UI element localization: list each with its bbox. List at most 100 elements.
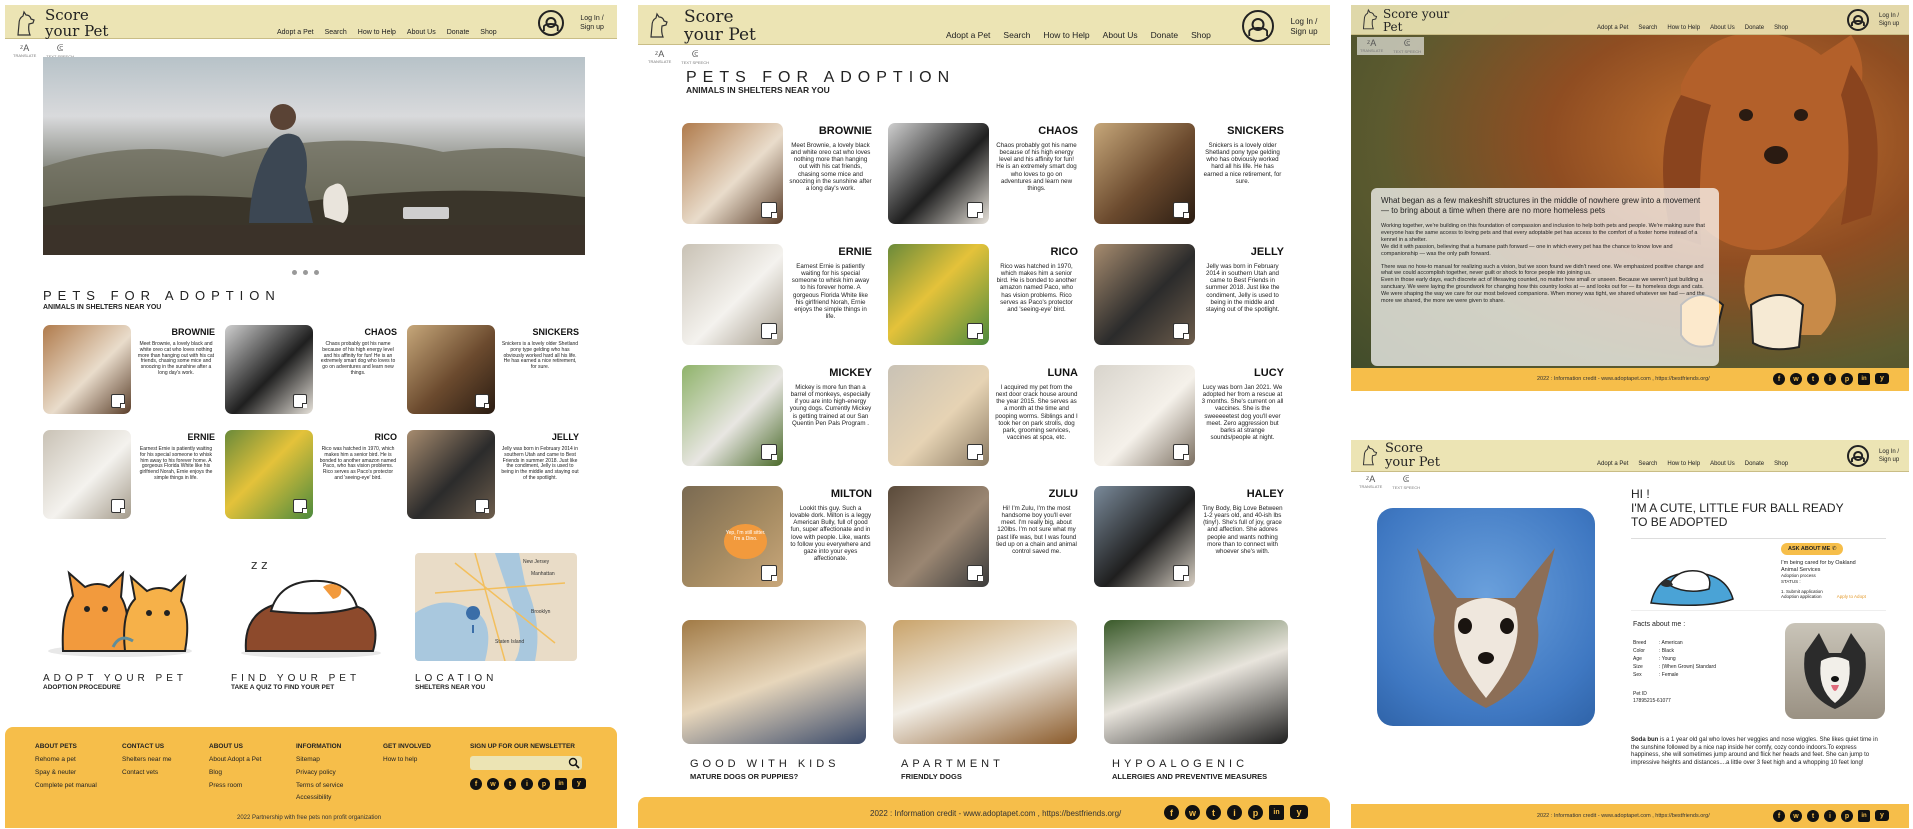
save-note-icon[interactable] <box>1173 323 1189 339</box>
save-note-icon[interactable] <box>475 499 489 513</box>
pet-card-mickey[interactable]: MICKEY Mickey is more fun than a barrel o… <box>682 365 872 469</box>
save-note-icon[interactable] <box>761 444 777 460</box>
nav-how-to-help[interactable]: How to Help <box>1667 25 1700 31</box>
pinterest-icon[interactable]: p <box>538 778 550 790</box>
nav-donate[interactable]: Donate <box>447 29 470 36</box>
nav-how-to-help[interactable]: How to Help <box>1667 461 1700 467</box>
footer-link[interactable]: Privacy policy <box>296 769 366 777</box>
nav-about-us[interactable]: About Us <box>1103 30 1138 40</box>
nav-donate[interactable]: Donate <box>1151 30 1178 40</box>
site-brand[interactable]: Score your Pet <box>684 8 774 45</box>
save-note-icon[interactable] <box>761 202 777 218</box>
save-note-icon[interactable] <box>1173 202 1189 218</box>
save-note-icon[interactable] <box>967 323 983 339</box>
nav-donate[interactable]: Donate <box>1745 461 1764 467</box>
dog-logo-icon[interactable] <box>1361 444 1379 466</box>
pet-card-rico[interactable]: RICO Rico was hatched in 1970, which make… <box>225 430 397 522</box>
footer-link[interactable]: Complete pet manual <box>35 782 105 790</box>
linkedin-icon[interactable]: in <box>1269 805 1284 820</box>
footer-link[interactable]: Spay & neuter <box>35 769 105 777</box>
translate-control[interactable]: ᶻA TRANSLATE <box>13 43 36 59</box>
login-link[interactable]: Log In / Sign up <box>575 15 609 33</box>
nav-search[interactable]: Search <box>325 29 347 36</box>
footer-link[interactable]: About Adopt a Pet <box>209 756 279 764</box>
linkedin-icon[interactable]: in <box>1858 810 1870 822</box>
pet-card-milton[interactable]: Yep, I'm still sitter. I'm a Dino. MILTON… <box>682 486 872 590</box>
instagram-icon[interactable]: i <box>521 778 533 790</box>
facebook-icon[interactable]: f <box>1773 810 1785 822</box>
footer-link[interactable]: Accessibility <box>296 794 366 802</box>
instagram-icon[interactable]: i <box>1824 373 1836 385</box>
save-note-icon[interactable] <box>293 394 307 408</box>
pet-card-jelly[interactable]: JELLY Jelly was born in February 2014 in … <box>407 430 579 522</box>
youtube-icon[interactable]: y <box>1875 373 1889 384</box>
save-note-icon[interactable] <box>967 565 983 581</box>
footer-link[interactable]: Terms of service <box>296 782 366 790</box>
text-speech-control[interactable]: ᕳTEXT SPEECH <box>681 49 709 65</box>
whatsapp-icon[interactable]: w <box>1790 810 1802 822</box>
facebook-icon[interactable]: f <box>470 778 482 790</box>
newsletter-input[interactable] <box>470 756 582 770</box>
pet-card-snickers[interactable]: SNICKERS Snickers is a lovely older Shetl… <box>1094 123 1284 227</box>
footer-link[interactable]: Blog <box>209 769 279 777</box>
text-speech-control[interactable]: ᕳTEXT SPEECH <box>1393 38 1421 54</box>
save-note-icon[interactable] <box>761 323 777 339</box>
save-note-icon[interactable] <box>111 394 125 408</box>
save-note-icon[interactable] <box>967 202 983 218</box>
whatsapp-icon[interactable]: w <box>1790 373 1802 385</box>
facebook-icon[interactable]: f <box>1164 805 1179 820</box>
nav-shop[interactable]: Shop <box>1191 30 1211 40</box>
translate-control[interactable]: ᶻA TRANSLATE <box>1359 474 1382 490</box>
footer-link[interactable]: How to help <box>383 756 453 764</box>
youtube-icon[interactable]: y <box>1290 805 1308 819</box>
pet-card-chaos[interactable]: CHAOS Chaos probably got his name because… <box>225 325 397 417</box>
youtube-icon[interactable]: y <box>572 778 586 789</box>
save-note-icon[interactable] <box>111 499 125 513</box>
pinterest-icon[interactable]: p <box>1841 373 1853 385</box>
twitter-icon[interactable]: t <box>504 778 516 790</box>
nav-about-us[interactable]: About Us <box>1710 25 1735 31</box>
nav-adopt[interactable]: Adopt a Pet <box>277 29 314 36</box>
user-icon[interactable] <box>1242 10 1274 42</box>
site-brand[interactable]: Score your Pet <box>45 7 125 40</box>
linkedin-icon[interactable]: in <box>555 778 567 790</box>
save-note-icon[interactable] <box>967 444 983 460</box>
linkedin-icon[interactable]: in <box>1858 373 1870 385</box>
youtube-icon[interactable]: y <box>1875 810 1889 821</box>
pet-card-brownie[interactable]: BROWNIE Meet Brownie, a lovely black and … <box>43 325 215 417</box>
save-note-icon[interactable] <box>475 394 489 408</box>
save-note-icon[interactable] <box>1173 444 1189 460</box>
text-speech-control[interactable]: ᕳTEXT SPEECH <box>1392 474 1420 490</box>
pet-card-rico[interactable]: RICO Rico was hatched in 1970, which make… <box>888 244 1078 348</box>
pet-card-zulu[interactable]: ZULU Hi! I'm Zulu, I'm the most handsome … <box>888 486 1078 590</box>
pet-card-chaos[interactable]: CHAOS Chaos probably got his name because… <box>888 123 1078 227</box>
pet-card-luna[interactable]: LUNA I acquired my pet from the next door… <box>888 365 1078 469</box>
nav-search[interactable]: Search <box>1638 461 1657 467</box>
pet-card-jelly[interactable]: JELLY Jelly was born in February 2014 in … <box>1094 244 1284 348</box>
user-icon[interactable] <box>538 10 564 36</box>
user-icon[interactable] <box>1847 9 1869 31</box>
carousel-dots[interactable] <box>292 270 319 275</box>
nav-shop[interactable]: Shop <box>1774 461 1788 467</box>
nav-adopt[interactable]: Adopt a Pet <box>1597 25 1628 31</box>
nav-search[interactable]: Search <box>1638 25 1657 31</box>
apply-link[interactable]: Apply to Adopt <box>1837 594 1866 599</box>
site-brand[interactable]: Score your Pet <box>1383 8 1453 33</box>
dog-logo-icon[interactable] <box>648 12 670 38</box>
twitter-icon[interactable]: t <box>1807 373 1819 385</box>
nav-about-us[interactable]: About Us <box>1710 461 1735 467</box>
pet-card-ernie[interactable]: ERNIE Earnest Ernie is patiently waiting … <box>43 430 215 522</box>
translate-control[interactable]: ᶻA TRANSLATE <box>648 49 671 65</box>
pet-card-haley[interactable]: HALEY Tiny Body, Big Love Between 1-2 yea… <box>1094 486 1284 590</box>
save-note-icon[interactable] <box>1173 565 1189 581</box>
save-note-icon[interactable] <box>761 565 777 581</box>
nav-about-us[interactable]: About Us <box>407 29 436 36</box>
footer-link[interactable]: Rehome a pet <box>35 756 105 764</box>
twitter-icon[interactable]: t <box>1807 810 1819 822</box>
nav-adopt[interactable]: Adopt a Pet <box>946 30 990 40</box>
facebook-icon[interactable]: f <box>1773 373 1785 385</box>
nav-search[interactable]: Search <box>1003 30 1030 40</box>
instagram-icon[interactable]: i <box>1824 810 1836 822</box>
instagram-icon[interactable]: i <box>1227 805 1242 820</box>
login-link[interactable]: Log In / Sign up <box>1873 449 1905 464</box>
